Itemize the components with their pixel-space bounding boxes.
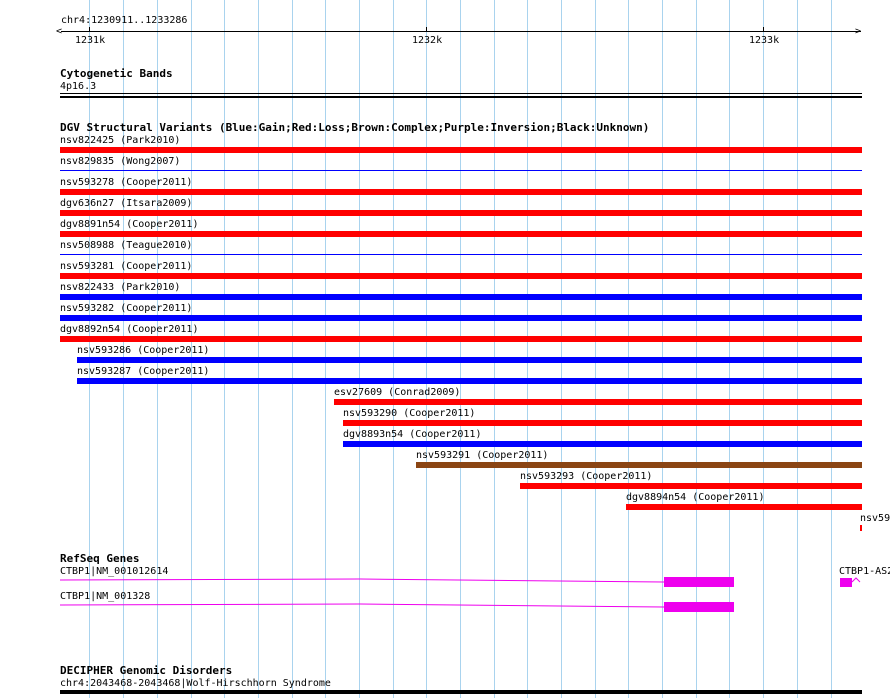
gene-exon (664, 602, 734, 612)
gene-intron-line (59, 578, 734, 583)
refseq-gene-models[interactable] (0, 0, 890, 698)
gene-intron-right (851, 577, 861, 583)
gene-intron-line (59, 603, 734, 608)
decipher-entry-label[interactable]: chr4:2043468-2043468|Wolf-Hirschhorn Syn… (60, 678, 331, 689)
gene-exon-right (840, 578, 852, 587)
decipher-bar[interactable] (60, 690, 862, 694)
gene-exon (664, 577, 734, 587)
decipher-track-title[interactable]: DECIPHER Genomic Disorders (60, 665, 232, 677)
